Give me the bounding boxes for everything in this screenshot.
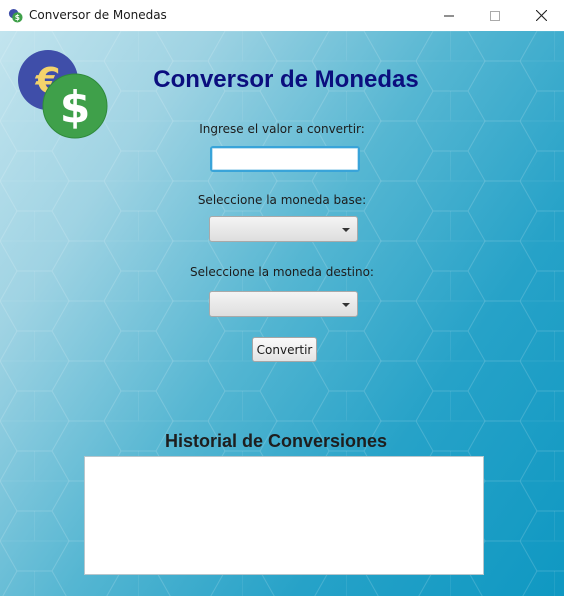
target-currency-label: Seleccione la moneda destino: bbox=[190, 265, 374, 279]
base-currency-select[interactable] bbox=[209, 216, 358, 242]
amount-input[interactable] bbox=[210, 146, 360, 172]
target-currency-select[interactable] bbox=[209, 291, 358, 317]
main-panel: € $ Conversor de Monedas Ingrese el valo… bbox=[0, 31, 564, 596]
maximize-icon bbox=[490, 10, 500, 21]
close-button[interactable] bbox=[518, 0, 564, 31]
history-list[interactable] bbox=[84, 456, 484, 575]
page-title: Conversor de Monedas bbox=[153, 66, 419, 93]
chevron-down-icon bbox=[342, 303, 350, 307]
convert-button[interactable]: Convertir bbox=[252, 337, 317, 362]
chevron-down-icon bbox=[342, 228, 350, 232]
history-title: Historial de Conversiones bbox=[164, 431, 388, 451]
amount-label: Ingrese el valor a convertir: bbox=[199, 122, 365, 136]
svg-text:$: $ bbox=[15, 13, 20, 22]
minimize-icon bbox=[444, 15, 454, 16]
window-title: Conversor de Monedas bbox=[29, 8, 167, 22]
close-icon bbox=[535, 10, 547, 21]
maximize-button[interactable] bbox=[472, 0, 518, 31]
base-currency-label: Seleccione la moneda base: bbox=[197, 193, 367, 207]
minimize-button[interactable] bbox=[426, 0, 472, 31]
currency-exchange-icon: $ bbox=[8, 8, 23, 23]
title-bar: $ Conversor de Monedas bbox=[0, 0, 564, 31]
